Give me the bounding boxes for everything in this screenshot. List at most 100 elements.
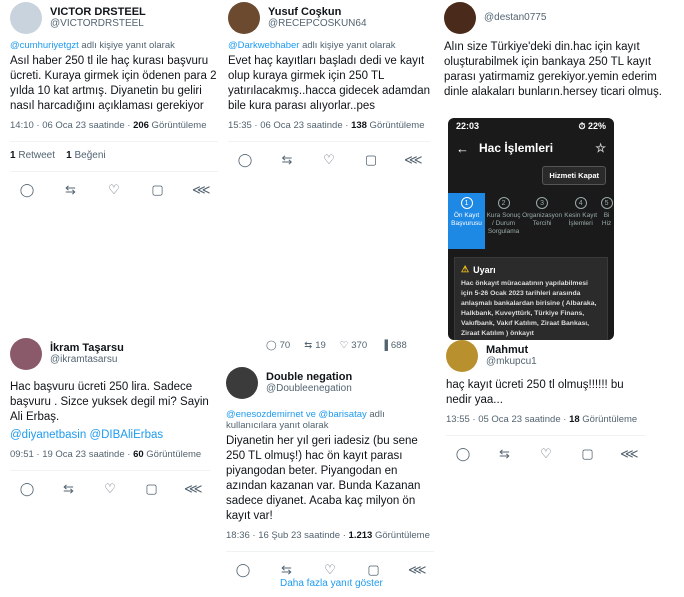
like-icon[interactable]: ♡: [537, 446, 555, 462]
step-5: 5 Bi Hiz: [599, 193, 614, 249]
star-icon: ☆: [595, 141, 606, 155]
views-icon: ▐: [381, 340, 388, 351]
avatar[interactable]: [10, 2, 42, 34]
divider: [446, 435, 646, 436]
bookmark-icon[interactable]: ▢: [365, 562, 383, 578]
tweet-meta: 09:51 · 19 Oca 23 saatinde · 60 Görüntül…: [10, 449, 202, 460]
reply-icon[interactable]: ◯: [18, 182, 36, 198]
retweet-icon[interactable]: ⇆: [278, 152, 296, 168]
reply-context: @enesozdemirnet ve @barisatay adlı kulla…: [226, 409, 385, 431]
display-name[interactable]: İkram Taşarsu: [50, 342, 124, 354]
like-icon: ♡: [339, 340, 349, 351]
retweet-icon[interactable]: ⇆: [60, 481, 78, 497]
reply-mention[interactable]: @Darkwebhaber: [228, 40, 299, 51]
avatar[interactable]: [228, 2, 260, 34]
handle[interactable]: @RECEPCOSKUN64: [268, 18, 367, 30]
close-service-button: Hizmeti Kapat: [542, 166, 606, 185]
like-icon[interactable]: ♡: [321, 562, 339, 578]
tweet-meta: 15:35 · 06 Oca 23 saatinde · 138 Görüntü…: [228, 120, 425, 131]
share-icon[interactable]: ⋘: [620, 446, 639, 462]
battery-indicator: ⏱ 22%: [578, 120, 606, 131]
tweet-meta: 18:36 · 16 Şub 23 saatinde · 1.213 Görün…: [226, 530, 430, 541]
tweet-text: Asıl haber 250 tl ile haç kurası başvuru…: [10, 55, 217, 112]
reply-icon[interactable]: ◯: [18, 481, 36, 497]
like-icon[interactable]: ♡: [320, 152, 338, 168]
avatar[interactable]: [226, 367, 258, 399]
tweet-ikramtasarsu: İkram Taşarsu @ikramtasarsu Hac başvuru …: [10, 338, 210, 497]
back-arrow-icon: ←: [456, 140, 469, 156]
action-bar: ◯ ⇆ ♡ ▢ ⋘: [446, 446, 646, 462]
display-name[interactable]: Mahmut: [486, 344, 537, 356]
reply-context: @Darkwebhaber adlı kişiye yanıt olarak: [228, 40, 396, 51]
share-icon[interactable]: ⋘: [192, 182, 211, 198]
handle[interactable]: @destan0775: [484, 12, 546, 24]
tweet-destan0775: @destan0775 Alın size Türkiye'deki din.h…: [444, 2, 676, 100]
step-4: 4 Kesin Kayıt İşlemleri: [562, 193, 599, 249]
engagement-stats: 1 Retweet 1 Beğeni: [10, 150, 106, 161]
mention-links[interactable]: @diyanetbasin @DIBAliErbas: [10, 429, 163, 441]
bookmark-icon[interactable]: ▢: [362, 152, 380, 168]
tweet-meta: 14:10 · 06 Oca 23 saatinde · 206 Görüntü…: [10, 120, 207, 131]
bookmark-icon[interactable]: ▢: [579, 446, 597, 462]
display-name[interactable]: Yusuf Coşkun: [268, 6, 367, 18]
tweet-recepcoskun64: Yusuf Coşkun @RECEPCOSKUN64 @Darkwebhabe…: [228, 2, 430, 168]
retweet-icon[interactable]: ⇆: [496, 446, 514, 462]
bookmark-icon[interactable]: ▢: [143, 481, 161, 497]
handle[interactable]: @ikramtasarsu: [50, 354, 124, 366]
handle[interactable]: @VICTORDRSTEEL: [50, 18, 146, 30]
reply-icon[interactable]: ◯: [236, 152, 254, 168]
divider: [10, 171, 218, 172]
tweet-text: Evet haç kayıtları başladı dedi ve kayıt…: [228, 55, 430, 112]
step-3: 3 Organizasyon Tercihi: [522, 193, 562, 249]
share-icon[interactable]: ⋘: [408, 562, 427, 578]
reply-icon: ◯: [266, 340, 277, 351]
display-name[interactable]: Double negation: [266, 371, 352, 383]
reply-mention[interactable]: @enesozdemirnet ve @barisatay: [226, 409, 367, 420]
step-2: 2 Kura Sonuç / Durum Sorgulama: [485, 193, 522, 249]
tweet-meta: 13:55 · 05 Oca 23 saatinde · 18 Görüntül…: [446, 414, 638, 425]
tweet-mkupcu1: Mahmut @mkupcu1 haç kayıt ücreti 250 tl …: [446, 340, 646, 462]
phone-status-bar: 22:03 ⏱ 22%: [456, 120, 606, 132]
divider: [10, 470, 210, 471]
tweet-text: Diyanetin her yıl geri iadesiz (bu sene …: [226, 435, 421, 522]
warning-box: ⚠ Uyarı Hac önkayıt müracaatının yapılabi…: [454, 257, 608, 340]
display-name[interactable]: VICTOR DRSTEEL: [50, 6, 146, 18]
parent-tweet-stats: ◯ 70 ⇆ 19 ♡ 370 ▐ 688: [266, 340, 407, 351]
phone-title-bar: ← Hac İşlemleri ☆: [456, 140, 606, 156]
attached-phone-screenshot[interactable]: 22:03 ⏱ 22% ← Hac İşlemleri ☆ Hizmeti Ka…: [448, 118, 614, 340]
divider: [226, 551, 434, 552]
warning-icon: ⚠: [461, 264, 470, 274]
step-tabs: 1 Ön Kayıt Başvurusu 2 Kura Sonuç / Durum …: [448, 193, 614, 249]
tweet-text: Hac başvuru ücreti 250 lira. Sadece başv…: [10, 381, 209, 423]
handle[interactable]: @mkupcu1: [486, 356, 537, 368]
tweet-text: haç kayıt ücreti 250 tl olmuş!!!!!! bu n…: [446, 379, 624, 406]
handle[interactable]: @Doubleenegation: [266, 383, 352, 395]
step-1: 1 Ön Kayıt Başvurusu: [448, 193, 486, 249]
reply-icon[interactable]: ◯: [234, 562, 252, 578]
action-bar: ◯ ⇆ ♡ ▢ ⋘: [228, 152, 430, 168]
retweet-icon[interactable]: ⇆: [278, 562, 296, 578]
bookmark-icon[interactable]: ▢: [149, 182, 167, 198]
avatar[interactable]: [444, 2, 476, 34]
action-bar: ◯ ⇆ ♡ ▢ ⋘: [10, 481, 210, 497]
show-more-replies-link[interactable]: Daha fazla yanıt göster: [280, 578, 383, 589]
tweet-doubleenegation: ◯ 70 ⇆ 19 ♡ 370 ▐ 688 Double negation @Doubl…: [226, 340, 434, 578]
tweet-text: Alın size Türkiye'deki din.hac için kayı…: [444, 41, 662, 98]
action-bar: ◯ ⇆ ♡ ▢ ⋘: [10, 182, 218, 198]
retweet-icon[interactable]: ⇆: [62, 182, 80, 198]
alarm-icon: ⏱: [578, 120, 586, 131]
reply-context: @cumhuriyetgzt adlı kişiye yanıt olarak: [10, 40, 175, 51]
share-icon[interactable]: ⋘: [184, 481, 203, 497]
retweet-icon: ⇆: [304, 340, 313, 351]
tweet-victordrsteel: VICTOR DRSTEEL @VICTORDRSTEEL @cumhuriye…: [10, 2, 218, 198]
divider: [228, 141, 430, 142]
like-icon[interactable]: ♡: [105, 182, 123, 198]
avatar[interactable]: [10, 338, 42, 370]
share-icon[interactable]: ⋘: [404, 152, 423, 168]
action-bar: ◯ ⇆ ♡ ▢ ⋘: [226, 562, 434, 578]
warning-text: Hac önkayıt müracaatının yapılabilmesi i…: [461, 280, 597, 337]
reply-icon[interactable]: ◯: [454, 446, 472, 462]
reply-mention[interactable]: @cumhuriyetgzt: [10, 40, 79, 51]
like-icon[interactable]: ♡: [101, 481, 119, 497]
avatar[interactable]: [446, 340, 478, 372]
